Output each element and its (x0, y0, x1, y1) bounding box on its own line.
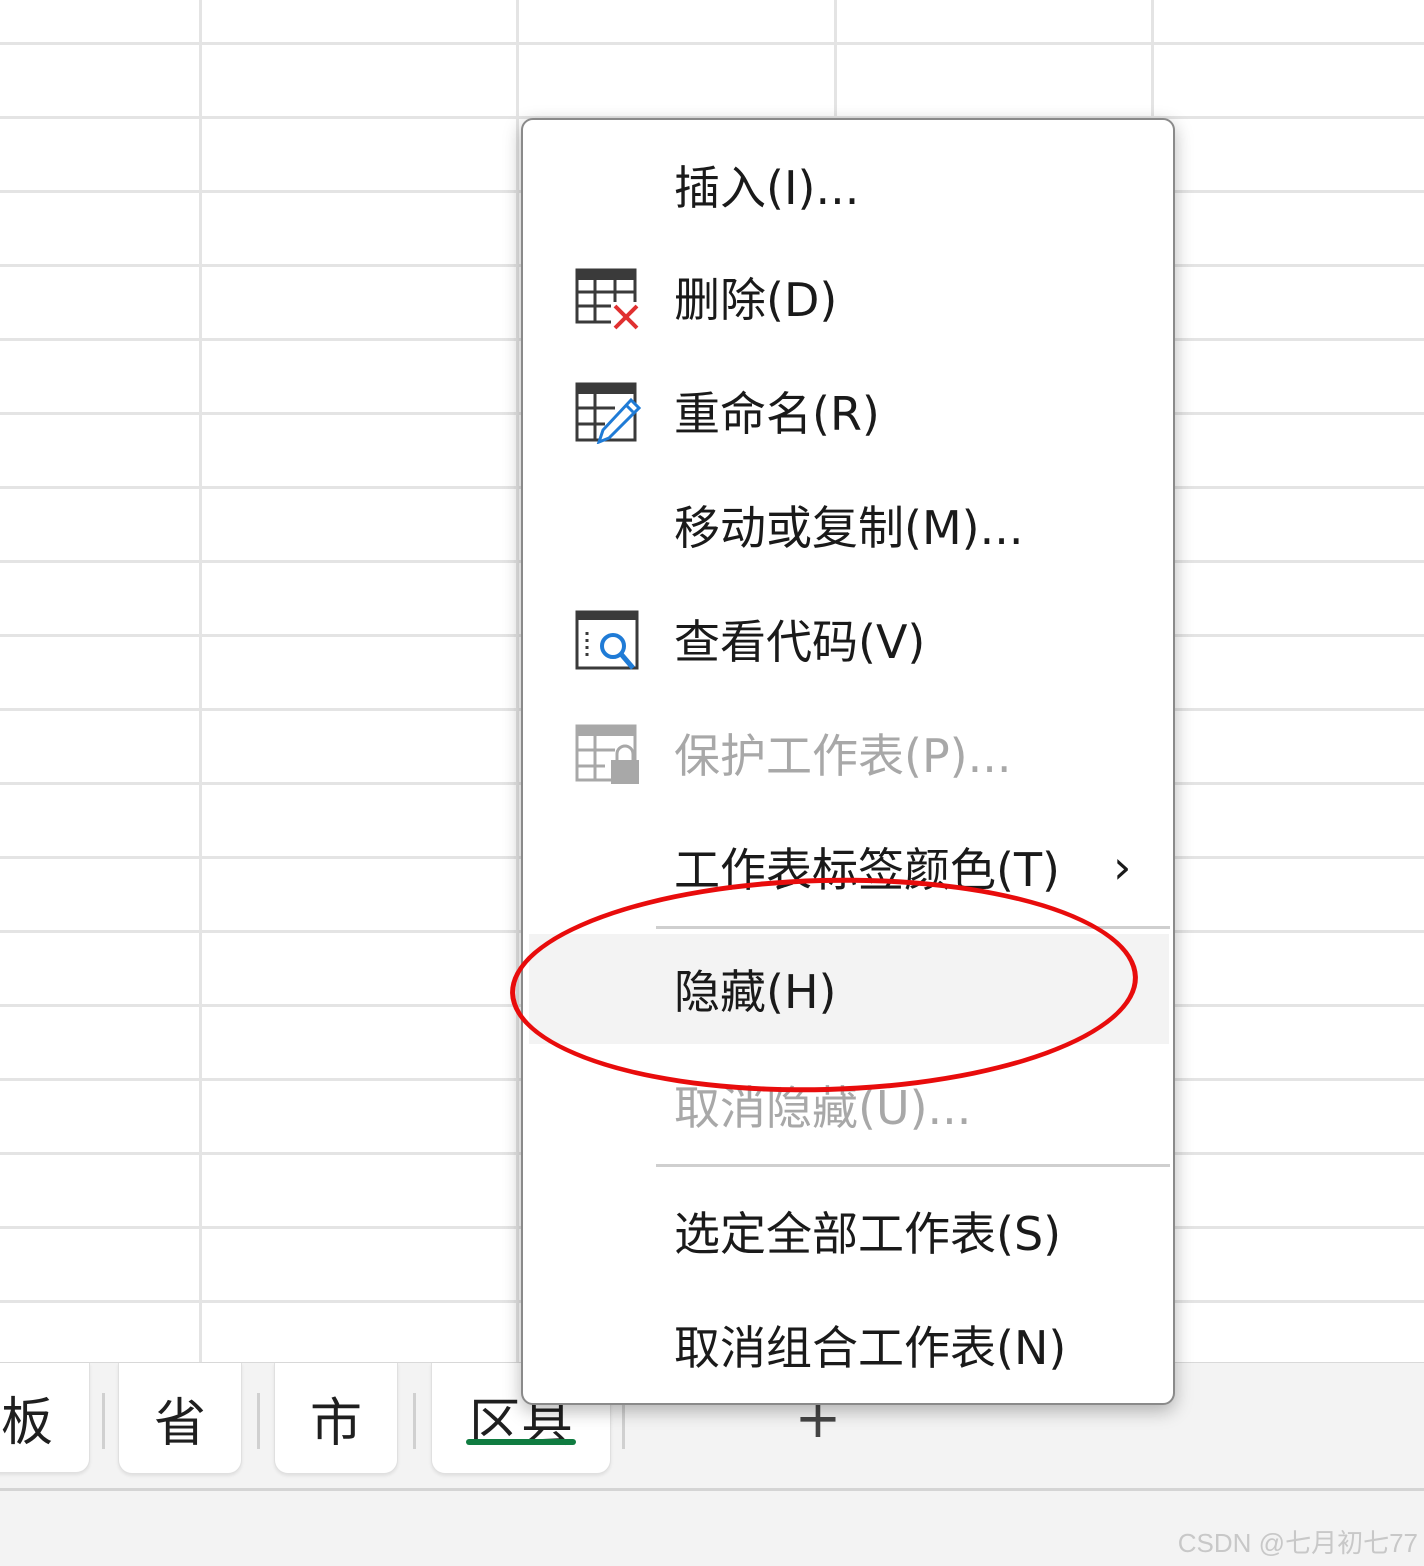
menu-item-label: 工作表标签颜色(T) (674, 843, 1060, 897)
tab-separator (413, 1393, 416, 1449)
menu-item-insert[interactable]: 插入(I)... (523, 130, 1173, 240)
menu-item-label: 重命名(R) (674, 387, 880, 441)
sheet-tab-label: 市 (309, 1393, 362, 1454)
sheet-tab-label: 板 (1, 1393, 54, 1453)
menu-item-unhide: 取消隐藏(U)... (523, 1050, 1173, 1160)
menu-item-protect-sheet: 保护工作表(P)... (523, 698, 1173, 808)
tab-separator (102, 1393, 105, 1449)
menu-item-label: 取消组合工作表(N) (674, 1321, 1067, 1375)
menu-item-label: 查看代码(V) (674, 615, 926, 669)
watermark-text: CSDN @七月初七77 (1177, 1528, 1418, 1558)
active-tab-underline (466, 1439, 576, 1445)
menu-item-rename[interactable]: 重命名(R) (523, 356, 1173, 466)
sheet-tab-sheng[interactable]: 省 (118, 1363, 242, 1474)
rename-sheet-icon (575, 382, 642, 445)
menu-separator (656, 926, 1170, 929)
menu-item-label: 移动或复制(M)... (674, 501, 1024, 555)
tab-separator (257, 1393, 260, 1449)
menu-item-label: 保护工作表(P)... (674, 729, 1012, 783)
chevron-right-icon: › (1113, 840, 1132, 894)
sheet-tab-shi[interactable]: 市 (274, 1363, 398, 1474)
menu-item-label: 选定全部工作表(S) (674, 1207, 1062, 1261)
sheet-tab-ban[interactable]: 板 (0, 1363, 90, 1473)
menu-item-delete[interactable]: 删除(D) (523, 242, 1173, 352)
menu-item-select-all-sheets[interactable]: 选定全部工作表(S) (523, 1176, 1173, 1286)
menu-item-label: 删除(D) (674, 273, 838, 327)
menu-item-tab-color[interactable]: 工作表标签颜色(T) › (523, 812, 1173, 922)
menu-item-move-or-copy[interactable]: 移动或复制(M)... (523, 470, 1173, 580)
menu-item-label: 插入(I)... (674, 161, 860, 215)
menu-separator (656, 1164, 1170, 1167)
menu-item-view-code[interactable]: 查看代码(V) (523, 584, 1173, 694)
menu-item-ungroup-sheets[interactable]: 取消组合工作表(N) (523, 1290, 1173, 1400)
menu-item-label: 取消隐藏(U)... (674, 1081, 972, 1135)
menu-item-label: 隐藏(H) (674, 965, 837, 1019)
sheet-tab-label: 省 (153, 1393, 206, 1454)
menu-item-hide[interactable]: 隐藏(H) (529, 934, 1169, 1044)
sheet-tab-context-menu: 插入(I)... 删除(D) 重命名(R) 移动或复制(M)... 查看代码(V… (521, 118, 1175, 1405)
view-code-icon (575, 610, 641, 672)
delete-sheet-icon (575, 268, 641, 330)
protect-sheet-icon (575, 724, 641, 786)
status-bar: CSDN @七月初七77 (0, 1488, 1424, 1566)
